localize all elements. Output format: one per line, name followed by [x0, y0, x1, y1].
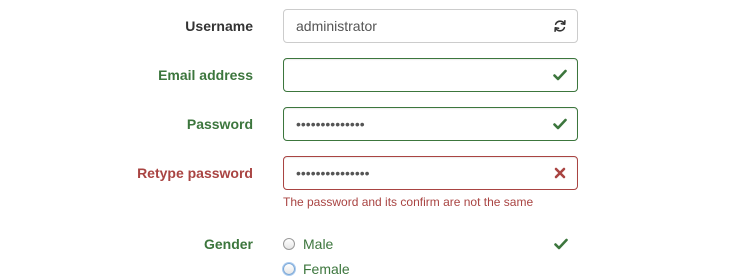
gender-option-female[interactable]: Female [283, 259, 350, 279]
check-icon [553, 234, 569, 254]
retype-password-field[interactable] [283, 156, 578, 190]
password-field[interactable] [283, 107, 578, 141]
retype-password-label: Retype password [137, 165, 253, 181]
gender-label: Gender [203, 236, 253, 252]
retype-password-input[interactable] [296, 157, 546, 189]
gender-option-male[interactable]: Male [283, 234, 333, 254]
retype-password-error-message: The password and its confirm are not the… [283, 195, 534, 209]
male-radio-label[interactable]: Male [303, 236, 333, 252]
check-icon [552, 59, 568, 91]
check-icon [552, 108, 568, 140]
email-label: Email address [158, 67, 253, 83]
refresh-icon[interactable] [552, 10, 568, 42]
email-field[interactable] [283, 58, 578, 92]
female-radio[interactable] [283, 263, 295, 275]
female-radio-label[interactable]: Female [303, 261, 350, 277]
password-label: Password [186, 116, 253, 132]
times-icon [552, 157, 568, 189]
male-radio[interactable] [283, 238, 295, 250]
username-input[interactable] [296, 10, 546, 42]
username-field[interactable] [283, 9, 578, 43]
username-label: Username [185, 18, 253, 34]
password-input[interactable] [296, 108, 546, 140]
email-input[interactable] [296, 59, 546, 91]
